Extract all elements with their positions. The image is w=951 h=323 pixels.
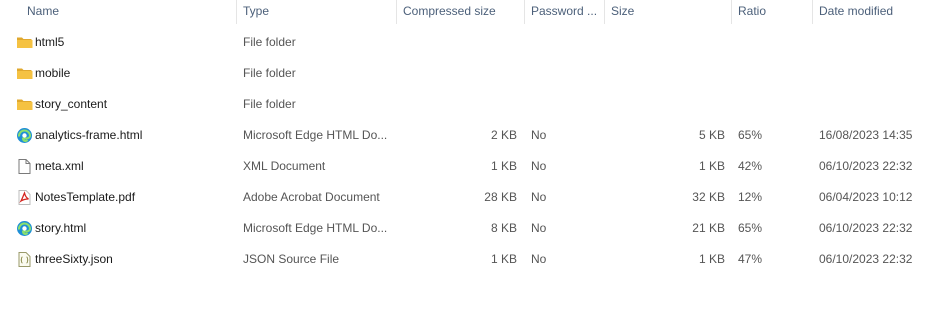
list-item[interactable]: meta.xml XML Document 1 KB No 1 KB 42% 0… [0,151,951,182]
file-ratio: 65% [738,128,763,142]
file-ratio: 12% [738,190,763,204]
file-compressed-size: 8 KB [490,221,517,235]
pdf-icon [16,189,33,206]
file-name: mobile [35,66,71,80]
list-item[interactable]: story_content File folder [0,89,951,120]
file-name: analytics-frame.html [35,128,143,142]
column-divider[interactable] [236,0,237,24]
column-header-type[interactable]: Type [243,0,269,22]
folder-icon [16,34,33,51]
file-ratio: 65% [738,221,763,235]
file-type: File folder [243,97,296,111]
file-type: XML Document [243,159,326,173]
file-compressed-size: 28 KB [484,190,517,204]
file-date-modified: 06/10/2023 22:32 [819,159,913,173]
list-item[interactable]: story.html Microsoft Edge HTML Do... 8 K… [0,213,951,244]
file-password: No [531,159,547,173]
file-password [531,27,591,58]
file-name: meta.xml [35,159,84,173]
file-compressed-size: 1 KB [490,252,517,266]
file-name: threeSixty.json [35,252,113,266]
file-type: Microsoft Edge HTML Do... [243,128,388,142]
folder-icon [16,96,33,113]
column-header-password[interactable]: Password ... [531,0,597,22]
column-header-ratio[interactable]: Ratio [738,0,766,22]
column-divider[interactable] [396,0,397,24]
file-name: story.html [35,221,87,235]
file-type: Microsoft Edge HTML Do... [243,221,388,235]
list-item[interactable]: mobile File folder [0,58,951,89]
column-header-size[interactable]: Size [611,0,634,22]
file-size: 5 KB [698,128,725,142]
file-size [610,27,725,58]
file-ratio [738,58,798,89]
list-item[interactable]: html5 File folder [0,27,951,58]
column-header-date-modified[interactable]: Date modified [819,0,893,22]
file-compressed-size: 2 KB [490,128,517,142]
list-item[interactable]: threeSixty.json JSON Source File 1 KB No… [0,244,951,275]
column-header-name[interactable]: Name [27,0,59,22]
file-password: No [531,128,547,142]
file-type: JSON Source File [243,252,340,266]
sort-chevron-icon: ^ [124,0,129,5]
file-date-modified [819,89,929,120]
file-date-modified: 16/08/2023 14:35 [819,128,913,142]
file-compressed-size [400,27,517,58]
file-date-modified [819,58,929,89]
file-compressed-size [400,58,517,89]
file-name: NotesTemplate.pdf [35,190,136,204]
column-divider[interactable] [604,0,605,24]
list-item[interactable]: analytics-frame.html Microsoft Edge HTML… [0,120,951,151]
file-name: html5 [35,35,65,49]
file-date-modified: 06/10/2023 22:32 [819,221,913,235]
xml-file-icon [16,158,33,175]
file-password: No [531,252,547,266]
column-divider[interactable] [812,0,813,24]
file-ratio: 42% [738,159,763,173]
file-name: story_content [35,97,108,111]
file-password [531,58,591,89]
file-date-modified [819,27,929,58]
file-ratio: 47% [738,252,763,266]
list-item[interactable]: NotesTemplate.pdf Adobe Acrobat Document… [0,182,951,213]
edge-html-icon [16,127,33,144]
file-size [610,58,725,89]
file-password: No [531,221,547,235]
folder-icon [16,65,33,82]
file-type: File folder [243,35,296,49]
edge-html-icon [16,220,33,237]
file-date-modified: 06/10/2023 22:32 [819,252,913,266]
file-size: 1 KB [698,159,725,173]
file-type: Adobe Acrobat Document [243,190,380,204]
file-size: 1 KB [698,252,725,266]
file-compressed-size [400,89,517,120]
file-size: 21 KB [692,221,725,235]
column-divider[interactable] [731,0,732,24]
column-header-row: ^ Name Type Compressed size Password ...… [0,0,951,24]
file-password [531,89,591,120]
file-compressed-size: 1 KB [490,159,517,173]
column-divider[interactable] [524,0,525,24]
column-header-compressed-size[interactable]: Compressed size [403,0,496,22]
file-date-modified: 06/04/2023 10:12 [819,190,913,204]
file-password: No [531,190,547,204]
json-file-icon [16,251,33,268]
file-size [610,89,725,120]
file-ratio [738,89,798,120]
file-size: 32 KB [692,190,725,204]
file-type: File folder [243,66,296,80]
file-ratio [738,27,798,58]
